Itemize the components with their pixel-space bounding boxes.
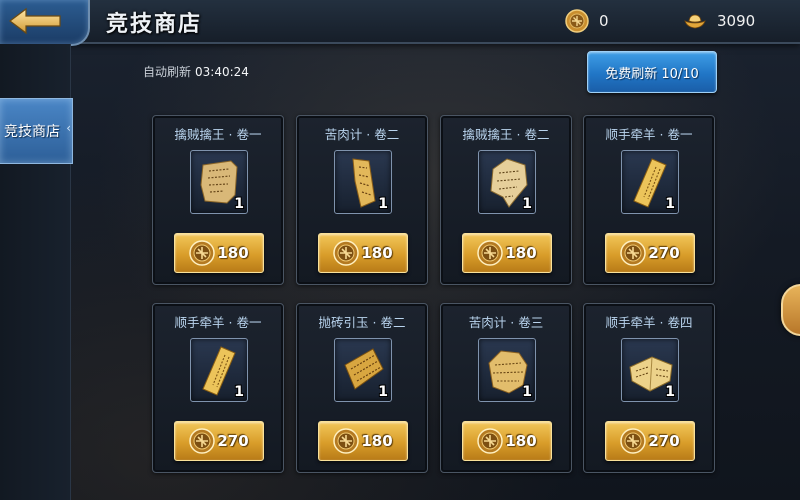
- item-slot[interactable]: 1: [334, 150, 392, 214]
- shop-item-card[interactable]: 顺手牵羊 · 卷四 1 270: [583, 303, 715, 473]
- shop-item-card[interactable]: 擒贼擒王 · 卷一 1 180: [152, 115, 284, 285]
- arena-medal-icon: [189, 240, 216, 266]
- buy-button[interactable]: 180: [318, 421, 408, 461]
- item-name: 擒贼擒王 · 卷一: [174, 127, 262, 142]
- item-quantity: 1: [378, 384, 388, 400]
- side-tab-panel: 竞技商店 ‹: [0, 44, 73, 500]
- buy-button[interactable]: 180: [174, 233, 264, 273]
- item-name: 擒贼擒王 · 卷二: [462, 127, 550, 142]
- back-arrow-icon: [9, 7, 61, 35]
- item-slot[interactable]: 1: [190, 150, 248, 214]
- chevron-left-icon: ‹: [66, 121, 71, 135]
- item-slot[interactable]: 1: [621, 338, 679, 402]
- back-button[interactable]: [0, 0, 90, 46]
- buy-button[interactable]: 180: [462, 233, 552, 273]
- item-price: 270: [648, 244, 680, 262]
- side-activity-badge[interactable]: [781, 284, 800, 336]
- tab-arena-shop[interactable]: 竞技商店 ‹: [0, 98, 73, 164]
- refresh-countdown: 03:40:24: [195, 65, 249, 79]
- item-price: 270: [217, 432, 249, 450]
- item-name: 苦肉计 · 卷三: [468, 315, 544, 330]
- arena-medal-icon: [477, 240, 504, 266]
- arena-medal-icon: [565, 9, 589, 33]
- buy-button[interactable]: 270: [605, 421, 695, 461]
- shop-item-card[interactable]: 擒贼擒王 · 卷二 1 180: [440, 115, 572, 285]
- shop-item-card[interactable]: 顺手牵羊 · 卷一 1 270: [583, 115, 715, 285]
- buy-button[interactable]: 180: [462, 421, 552, 461]
- gold-ingot-icon: [684, 14, 706, 29]
- item-quantity: 1: [665, 196, 675, 212]
- item-price: 180: [505, 244, 537, 262]
- item-quantity: 1: [378, 196, 388, 212]
- item-name: 顺手牵羊 · 卷四: [605, 315, 693, 330]
- item-name: 顺手牵羊 · 卷一: [605, 127, 693, 142]
- page-title: 竞技商店: [106, 11, 203, 37]
- item-quantity: 1: [234, 384, 244, 400]
- shop-item-card[interactable]: 苦肉计 · 卷二 1 180: [296, 115, 428, 285]
- item-price: 180: [217, 244, 249, 262]
- medal-amount: 0: [599, 12, 609, 30]
- item-slot[interactable]: 1: [190, 338, 248, 402]
- buy-button[interactable]: 270: [605, 233, 695, 273]
- item-slot[interactable]: 1: [478, 338, 536, 402]
- free-refresh-button[interactable]: 免费刷新 10/10: [587, 51, 717, 93]
- item-price: 270: [648, 432, 680, 450]
- tab-arena-shop-label: 竞技商店: [4, 124, 60, 140]
- item-slot[interactable]: 1: [334, 338, 392, 402]
- medal-currency: 0: [565, 8, 675, 34]
- item-quantity: 1: [234, 196, 244, 212]
- item-slot[interactable]: 1: [478, 150, 536, 214]
- buy-button[interactable]: 180: [318, 233, 408, 273]
- shop-item-card[interactable]: 抛砖引玉 · 卷二 1 180: [296, 303, 428, 473]
- item-name: 抛砖引玉 · 卷二: [318, 315, 406, 330]
- item-quantity: 1: [522, 196, 532, 212]
- arena-medal-icon: [189, 428, 216, 454]
- arena-shop-screen: 竞技商店 0 3090 竞技商店 ‹ 自动刷新 03:40:24 免费刷新 10/…: [0, 0, 800, 500]
- arena-medal-icon: [333, 428, 360, 454]
- arena-medal-icon: [477, 428, 504, 454]
- shop-item-card[interactable]: 顺手牵羊 · 卷一 1 270: [152, 303, 284, 473]
- arena-medal-icon: [620, 240, 647, 266]
- gold-currency: 3090: [683, 8, 793, 34]
- item-price: 180: [505, 432, 537, 450]
- arena-medal-icon: [333, 240, 360, 266]
- top-bar: 竞技商店 0 3090: [0, 0, 800, 46]
- item-price: 180: [361, 432, 393, 450]
- shop-item-card[interactable]: 苦肉计 · 卷三 1 180: [440, 303, 572, 473]
- item-slot[interactable]: 1: [621, 150, 679, 214]
- arena-medal-icon: [620, 428, 647, 454]
- buy-button[interactable]: 270: [174, 421, 264, 461]
- item-name: 顺手牵羊 · 卷一: [174, 315, 262, 330]
- item-quantity: 1: [522, 384, 532, 400]
- item-name: 苦肉计 · 卷二: [324, 127, 400, 142]
- item-quantity: 1: [665, 384, 675, 400]
- gold-amount: 3090: [717, 12, 756, 30]
- item-price: 180: [361, 244, 393, 262]
- auto-refresh-timer: 自动刷新 03:40:24: [143, 63, 249, 80]
- auto-refresh-label: 自动刷新: [143, 65, 192, 79]
